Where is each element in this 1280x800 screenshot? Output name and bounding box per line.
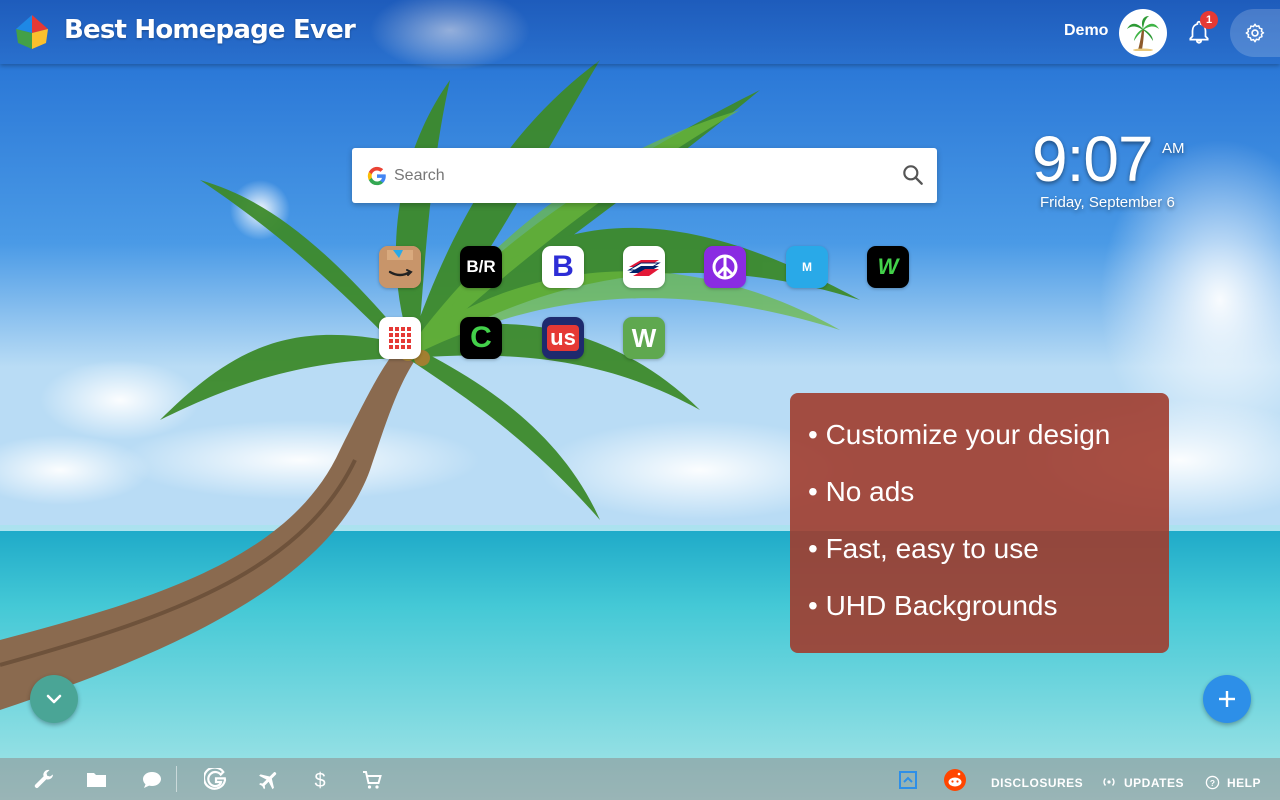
promo-item: • Fast, easy to use (808, 533, 1039, 564)
gear-icon (1245, 23, 1265, 43)
help-icon: ? (1205, 775, 1220, 790)
brand-title[interactable]: Best Homepage Ever (64, 15, 356, 45)
clock-ampm: AM (1162, 140, 1185, 157)
user-name[interactable]: Demo (1064, 22, 1108, 40)
updates-link[interactable]: UPDATES (1124, 776, 1184, 790)
reddit-icon[interactable] (943, 768, 967, 792)
add-shortcut-button[interactable] (1203, 675, 1251, 723)
shortcut-bleacher-report[interactable]: B/R (460, 246, 502, 288)
shortcut-booking[interactable]: B (542, 246, 584, 288)
disclosures-link[interactable]: DISCLOSURES (991, 776, 1083, 790)
toolbar-divider (176, 766, 177, 792)
shortcut-grid-app[interactable] (379, 317, 421, 359)
folder-icon[interactable] (85, 768, 109, 792)
shortcut-peace[interactable] (704, 246, 746, 288)
broadcast-icon (1103, 778, 1115, 786)
promo-panel[interactable]: • Customize your design • No ads • Fast,… (790, 393, 1169, 653)
clock-time: 9:07 (1032, 123, 1154, 195)
clock-date: Friday, September 6 (1040, 194, 1175, 211)
shortcut-label: us (547, 325, 579, 351)
google-icon (367, 166, 386, 186)
shortcut-m-app[interactable]: M (786, 246, 828, 288)
promo-item: • UHD Backgrounds (808, 590, 1058, 621)
chat-icon[interactable] (140, 768, 164, 792)
settings-button[interactable] (1230, 9, 1280, 57)
search-input[interactable] (394, 162, 874, 190)
notification-badge[interactable]: 1 (1200, 11, 1218, 29)
top-bar: Best Homepage Ever Demo 1 (0, 0, 1280, 64)
svg-text:?: ? (1210, 778, 1215, 788)
cart-icon[interactable] (360, 768, 384, 792)
shortcut-usa-today[interactable]: us (542, 317, 584, 359)
wrench-icon[interactable] (32, 768, 56, 792)
shortcut-label: W (631, 322, 657, 353)
chevron-down-icon (46, 694, 62, 704)
google-icon[interactable] (204, 768, 228, 792)
shortcut-label: B (552, 250, 574, 283)
grid-dots-icon (389, 327, 411, 349)
shortcut-label: C (470, 321, 492, 354)
home-page-icon[interactable] (896, 768, 920, 792)
shortcut-w-app-dark[interactable]: W (867, 246, 909, 288)
house-logo-icon[interactable] (14, 13, 50, 51)
search-icon[interactable] (900, 162, 926, 188)
palm-tree-icon (1127, 16, 1159, 51)
peace-sign-icon (712, 254, 738, 280)
plus-icon (1219, 691, 1235, 707)
dollar-icon[interactable]: $ (308, 768, 332, 792)
plane-icon[interactable] (257, 768, 281, 792)
search-box (352, 148, 937, 203)
collapse-button[interactable] (30, 675, 78, 723)
amazon-box-icon (379, 246, 421, 288)
shortcut-bank-of-america[interactable] (623, 246, 665, 288)
shortcut-w-app-green[interactable]: W (623, 317, 665, 359)
shortcut-label: B/R (466, 257, 496, 276)
shortcut-label: W (877, 254, 899, 279)
shortcut-c-app[interactable]: C (460, 317, 502, 359)
svg-text:$: $ (314, 770, 325, 792)
promo-item: • No ads (808, 476, 915, 507)
bottom-bar: $ DISCLOSURES UPDATES ? HELP (0, 758, 1280, 800)
shortcut-amazon[interactable] (379, 246, 421, 288)
bofa-flag-icon (627, 260, 661, 276)
help-link[interactable]: HELP (1227, 776, 1261, 790)
promo-item: • Customize your design (808, 419, 1111, 450)
shortcut-label: M (802, 260, 812, 274)
user-avatar[interactable] (1119, 9, 1167, 57)
